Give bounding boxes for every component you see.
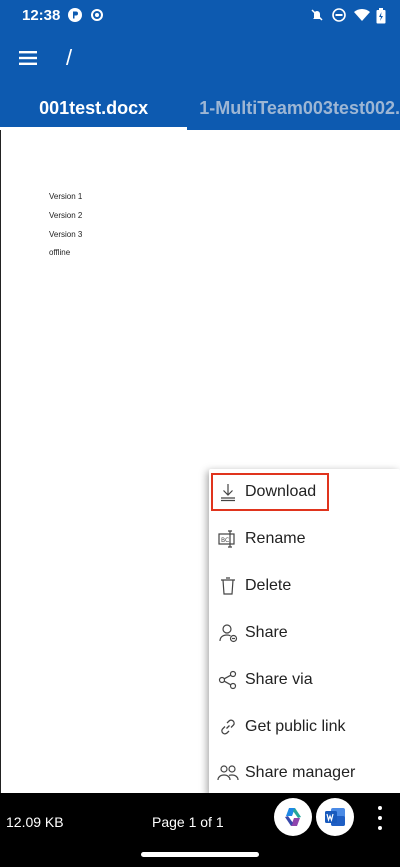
hamburger-menu-icon[interactable] (0, 30, 56, 86)
file-size: 12.09 KB (6, 814, 64, 830)
more-vert-icon[interactable] (370, 806, 390, 830)
menu-item-rename[interactable]: BC Rename (209, 516, 400, 562)
rename-icon: BC (217, 528, 239, 550)
wifi-icon (354, 8, 370, 22)
settings-icon (90, 8, 104, 22)
menu-item-share[interactable]: Share (209, 610, 400, 656)
share-via-icon (217, 669, 239, 691)
battery-icon (376, 8, 390, 24)
word-icon[interactable] (316, 798, 354, 836)
doc-line: Version 3 (49, 230, 83, 239)
tab-label: 001test.docx (39, 97, 149, 118)
menu-item-label: Delete (245, 577, 292, 594)
copilot-icon[interactable] (274, 798, 312, 836)
menu-item-label: Get public link (245, 718, 346, 735)
navigation-bar (0, 849, 400, 867)
download-icon (217, 481, 239, 503)
menu-item-label: Download (245, 483, 317, 500)
menu-item-share-manager[interactable]: Share manager (209, 750, 400, 796)
page-info: Page 1 of 1 (152, 814, 224, 830)
doc-line: Version 2 (49, 211, 83, 220)
context-menu: Download BC Rename Delete Share Share vi… (209, 469, 400, 795)
mute-icon (310, 8, 324, 22)
share-person-icon (217, 622, 239, 644)
menu-item-delete[interactable]: Delete (209, 563, 400, 609)
home-gesture-pill[interactable] (141, 852, 259, 857)
tab-label: 1-MultiTeam003test002. (199, 97, 400, 118)
menu-item-label: Rename (245, 530, 306, 547)
doc-line: offline (49, 248, 71, 257)
link-icon (217, 716, 239, 738)
bottom-bar: 12.09 KB Page 1 of 1 (0, 793, 400, 849)
share-manager-icon (217, 762, 239, 784)
dnd-icon (332, 8, 346, 22)
svg-text:BC: BC (221, 537, 229, 544)
path-title: / (66, 45, 73, 70)
menu-item-label: Share via (245, 671, 313, 688)
status-bar: 12:38 (0, 0, 400, 30)
app-bar: / (0, 30, 400, 86)
tab-multiteam-file[interactable]: 1-MultiTeam003test002. (187, 86, 400, 130)
tab-001test-docx[interactable]: 001test.docx (0, 86, 188, 130)
menu-item-label: Share manager (245, 764, 356, 781)
doc-line: Version 1 (49, 192, 83, 201)
status-time: 12:38 (22, 6, 61, 24)
menu-item-label: Share (245, 624, 288, 641)
app-notification-icon (68, 8, 83, 22)
tab-bar: 001test.docx 1-MultiTeam003test002. (0, 86, 400, 130)
menu-item-get-public-link[interactable]: Get public link (209, 704, 400, 750)
menu-item-download[interactable]: Download (209, 469, 400, 515)
delete-icon (217, 575, 239, 597)
menu-item-share-via[interactable]: Share via (209, 657, 400, 703)
